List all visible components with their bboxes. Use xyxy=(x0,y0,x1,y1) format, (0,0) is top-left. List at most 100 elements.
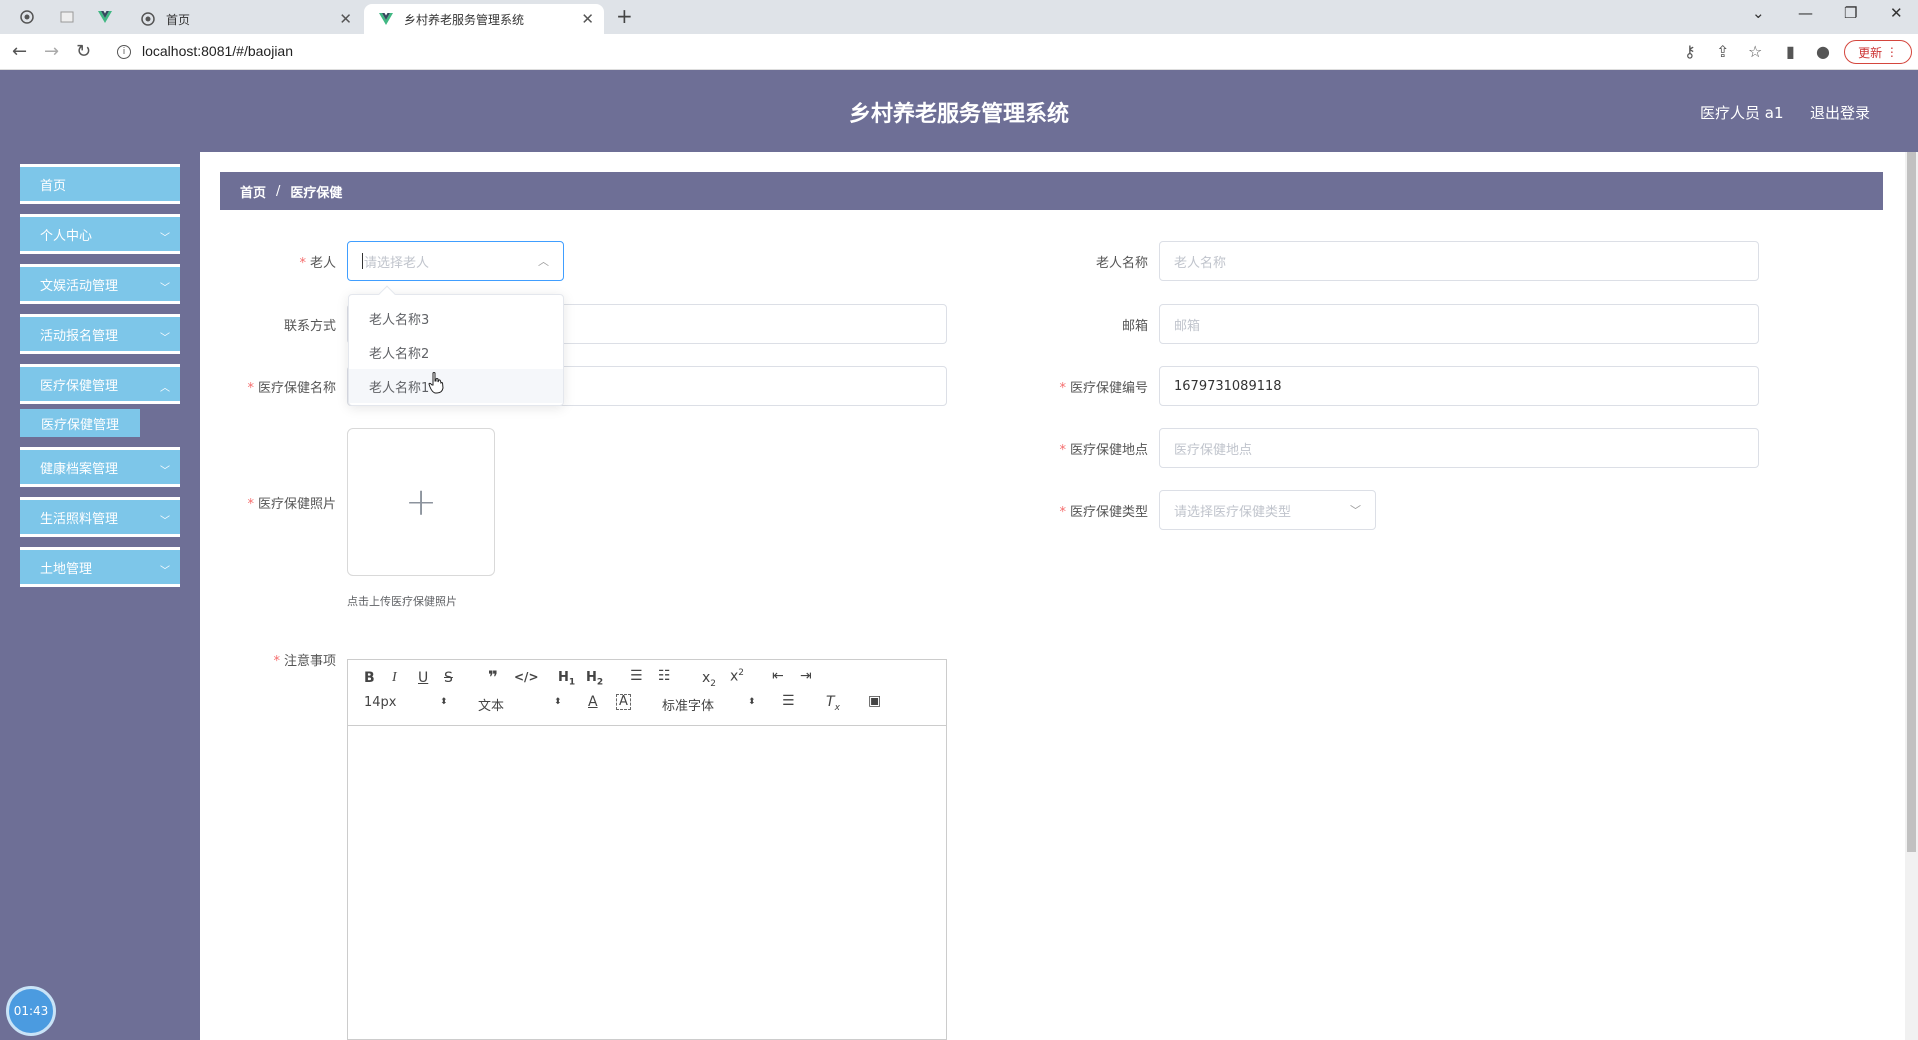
update-label: 更新 xyxy=(1858,45,1883,60)
required-mark: * xyxy=(1059,505,1066,520)
forward-arrow-icon[interactable]: → xyxy=(44,41,59,62)
placeholder-text: 请选择医疗保健类型 xyxy=(1174,504,1292,520)
code-block-icon[interactable]: </> xyxy=(514,670,539,684)
sidebar-item-health-records[interactable]: 健康档案管理 ﹀ xyxy=(20,447,180,487)
tab-title: 乡村养老服务管理系统 xyxy=(404,12,525,27)
care-no-value: 1679731089118 xyxy=(1174,378,1282,394)
background-color-icon[interactable]: A xyxy=(616,694,631,710)
notes-editor[interactable]: B I U S ❞ </> H1 H2 ☰ ☷ x2 x2 ⇤ ⇥ 14px ⬍… xyxy=(347,659,947,1040)
restore-icon[interactable]: ❐ xyxy=(1844,4,1857,22)
submenu-item-healthcare[interactable]: 医疗保健管理 xyxy=(20,409,140,437)
clear-format-icon[interactable]: Tx xyxy=(826,694,840,713)
sidebar-item-entertainment[interactable]: 文娱活动管理 ﹀ xyxy=(20,264,180,304)
reload-icon[interactable]: ↻ xyxy=(76,41,91,62)
superscript-icon[interactable]: x2 xyxy=(730,668,744,685)
required-mark: * xyxy=(247,497,254,512)
email-input[interactable]: 邮箱 xyxy=(1159,304,1759,344)
strike-icon[interactable]: S xyxy=(444,670,453,686)
dropdown-option[interactable]: 老人名称2 xyxy=(349,335,563,369)
required-mark: * xyxy=(299,256,306,271)
sidebar-item-life-care[interactable]: 生活照料管理 ﹀ xyxy=(20,497,180,537)
close-icon[interactable]: ✕ xyxy=(581,10,594,28)
underline-icon[interactable]: U xyxy=(418,670,428,686)
up-down-icon: ⬍ xyxy=(554,697,562,707)
share-icon[interactable]: ⇪ xyxy=(1716,42,1729,61)
photo-uploader[interactable]: + xyxy=(347,428,495,576)
breadcrumb-home[interactable]: 首页 xyxy=(240,182,266,201)
care-type-label: * 医疗保健类型 xyxy=(1040,501,1148,520)
required-mark: * xyxy=(273,654,280,669)
care-place-label: * 医疗保健地点 xyxy=(1040,439,1148,458)
elder-name-input[interactable]: 老人名称 xyxy=(1159,241,1759,281)
address-bar: ← → ↻ i localhost:8081/#/baojian ⚷ ⇪ ☆ ▮… xyxy=(0,34,1918,70)
chevron-up-icon: ︿ xyxy=(538,255,549,268)
tab-home[interactable]: 首页 ✕ xyxy=(126,4,362,34)
elder-label: * 老人 xyxy=(230,252,336,271)
scrollbar-thumb[interactable] xyxy=(1907,152,1916,852)
back-arrow-icon[interactable]: ← xyxy=(12,41,27,62)
chevron-down-icon: ﹀ xyxy=(160,233,170,244)
update-button[interactable]: 更新 ⋮ xyxy=(1844,40,1912,64)
heading2-icon[interactable]: H2 xyxy=(586,670,603,688)
key-icon[interactable]: ⚷ xyxy=(1684,42,1696,61)
pinned-tab-globe-icon[interactable] xyxy=(14,6,40,28)
image-icon[interactable]: ▣ xyxy=(868,693,881,709)
placeholder-text: 医疗保健地点 xyxy=(1174,442,1253,458)
sidebar-item-personal[interactable]: 个人中心 ﹀ xyxy=(20,214,180,254)
font-select[interactable]: 标准字体 ⬍ xyxy=(662,695,758,714)
sidebar-item-signup[interactable]: 活动报名管理 ﹀ xyxy=(20,314,180,354)
sidebar-item-home[interactable]: 首页 xyxy=(20,164,180,204)
care-no-label: * 医疗保健编号 xyxy=(1040,377,1148,396)
outdent-icon[interactable]: ⇤ xyxy=(772,668,784,684)
label-text: 医疗保健地点 xyxy=(1069,443,1148,458)
sidebar: 首页 个人中心 ﹀ 文娱活动管理 ﹀ 活动报名管理 ﹀ 医疗保健管理 ︿ 医疗保… xyxy=(0,152,200,1040)
star-icon[interactable]: ☆ xyxy=(1748,42,1762,61)
size-select[interactable]: 14px ⬍ xyxy=(364,695,450,710)
page-scrollbar[interactable] xyxy=(1905,152,1918,1040)
pinned-tab-vue-icon[interactable] xyxy=(92,6,118,28)
elder-name-label: 老人名称 xyxy=(1040,252,1148,271)
care-place-input[interactable]: 医疗保健地点 xyxy=(1159,428,1759,468)
bold-icon[interactable]: B xyxy=(364,670,375,686)
dropdown-arrow xyxy=(378,285,396,303)
sidebar-item-label: 土地管理 xyxy=(40,561,93,577)
site-info-icon[interactable]: i xyxy=(117,45,131,59)
clock-badge[interactable]: 01:43 xyxy=(6,986,56,1036)
heading1-icon[interactable]: H1 xyxy=(558,670,575,688)
chevron-down-icon: ﹀ xyxy=(160,566,170,577)
label-text: 老人 xyxy=(309,256,336,271)
sidebar-item-healthcare[interactable]: 医疗保健管理 ︿ xyxy=(20,364,180,404)
header-select[interactable]: 文本 ⬍ xyxy=(478,695,564,714)
sidepanel-icon[interactable]: ▮ xyxy=(1786,42,1795,61)
tab-system[interactable]: 乡村养老服务管理系统 ✕ xyxy=(364,4,604,34)
new-tab-icon[interactable]: + xyxy=(616,4,633,28)
dropdown-option[interactable]: 老人名称3 xyxy=(349,301,563,335)
ordered-list-icon[interactable]: ☰ xyxy=(630,668,643,684)
window-close-icon[interactable]: ✕ xyxy=(1890,4,1903,22)
italic-icon[interactable]: I xyxy=(392,670,397,686)
sidebar-item-land[interactable]: 土地管理 ﹀ xyxy=(20,547,180,587)
care-type-select[interactable]: 请选择医疗保健类型 ﹀ xyxy=(1159,490,1376,530)
url-field[interactable]: localhost:8081/#/baojian xyxy=(142,43,293,59)
profile-icon[interactable]: ● xyxy=(1816,42,1830,61)
care-no-input[interactable]: 1679731089118 xyxy=(1159,366,1759,406)
align-icon[interactable]: ☰ xyxy=(782,693,795,709)
tab-search-chevron-icon[interactable]: ⌄ xyxy=(1752,4,1765,22)
pinned-tab-page-icon[interactable] xyxy=(54,6,80,28)
sidebar-item-label: 健康档案管理 xyxy=(40,461,119,477)
notes-label: * 注意事项 xyxy=(230,650,336,669)
close-icon[interactable]: ✕ xyxy=(339,10,352,28)
text-caret xyxy=(362,253,363,269)
dropdown-option[interactable]: 老人名称1 xyxy=(349,369,563,403)
chevron-down-icon: ﹀ xyxy=(160,516,170,527)
blockquote-icon[interactable]: ❞ xyxy=(488,668,498,688)
minimize-icon[interactable]: — xyxy=(1798,4,1813,22)
bullet-list-icon[interactable]: ☷ xyxy=(658,668,671,684)
logout-link[interactable]: 退出登录 xyxy=(1810,102,1870,123)
sidebar-item-label: 医疗保健管理 xyxy=(40,378,119,394)
elder-select[interactable]: 请选择老人 ︿ xyxy=(347,241,564,281)
up-down-icon: ⬍ xyxy=(748,697,756,707)
subscript-icon[interactable]: x2 xyxy=(702,670,716,689)
indent-icon[interactable]: ⇥ xyxy=(800,668,812,684)
font-color-icon[interactable]: A xyxy=(588,694,598,710)
